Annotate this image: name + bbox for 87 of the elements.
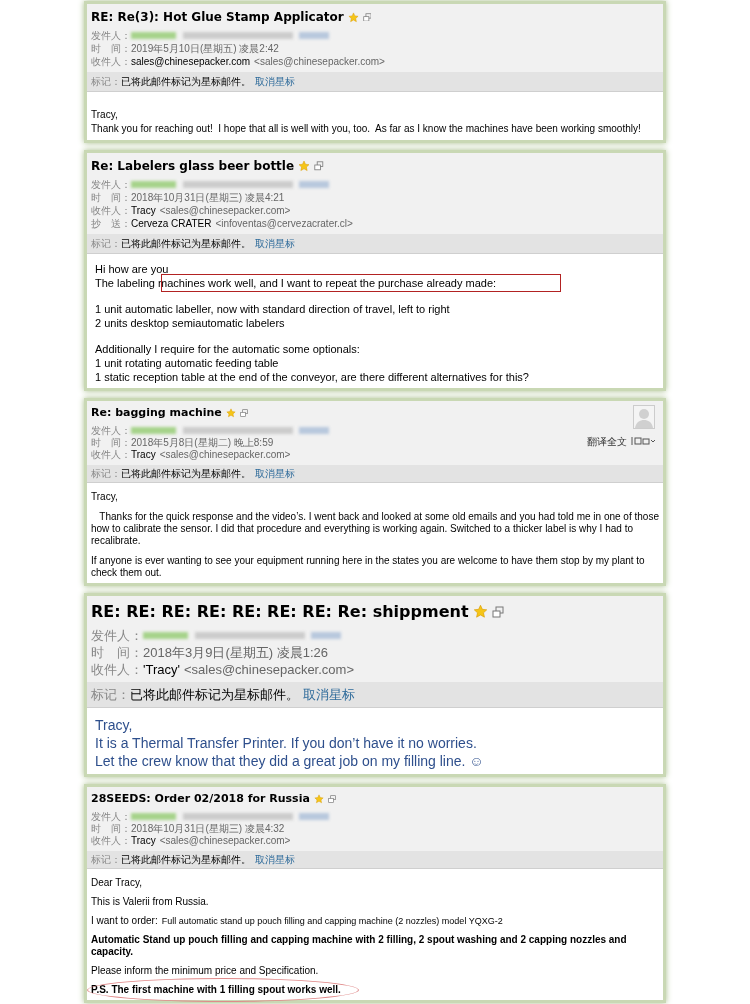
- field-value: <sales@chinesepacker.com>: [159, 204, 291, 217]
- order-detail: Full automatic stand up pouch filling and capping machine (2 nozzles) model YQXG-2: [161, 915, 503, 926]
- body-text: Thanks for the quick response and the video’s. I went back and looked at some old emails and you had told me in one of those how to calibrate the sensor. I did that procedure and everything is working again. Switched to a thicker label is why I had to recalibrate.: [91, 510, 660, 546]
- body-text: It is a Thermal Transfer Printer. If you don’t have it no worries.: [95, 735, 477, 751]
- field-label: 收件人：: [91, 204, 131, 217]
- mark-notice: 已将此邮件标记为星标邮件。: [130, 685, 299, 704]
- unstar-link[interactable]: 取消星标: [255, 236, 295, 251]
- body-text: Tracy,: [95, 717, 133, 733]
- field-value: <sales@chinesepacker.com>: [159, 834, 291, 847]
- star-icon[interactable]: [298, 160, 311, 172]
- star-icon[interactable]: [313, 794, 324, 805]
- popout-icon[interactable]: [239, 409, 248, 418]
- field-label: 收件人：: [91, 55, 131, 68]
- field-value: 2018年10月31日(星期三) 凌晨4:21: [131, 191, 285, 204]
- field-label: 发件人：: [91, 626, 143, 644]
- field-label: 时 间：: [91, 822, 131, 835]
- field-value: 2018年5月8日(星期二) 晚上8:59: [131, 436, 274, 449]
- body-text: Tracy,: [91, 109, 118, 120]
- field-value: 2019年5月10日(星期五) 凌晨2:42: [131, 42, 279, 55]
- field-label: 发件人：: [91, 810, 131, 823]
- star-icon[interactable]: [472, 604, 488, 619]
- toolbar-icons[interactable]: [631, 437, 655, 445]
- body-text: 1 static reception table at the end of the conveyor, are there different alternatives for this?: [95, 371, 529, 383]
- star-icon[interactable]: [347, 11, 359, 23]
- mark-notice: 已将此邮件标记为星标邮件。: [121, 75, 251, 89]
- email-subject: RE: RE: RE: RE: RE: RE: RE: Re: shippment: [91, 600, 469, 623]
- field-label: 时 间：: [91, 436, 131, 449]
- field-label: 发件人：: [91, 424, 131, 437]
- recipient-name: Tracy: [131, 448, 156, 461]
- mark-label: 标记：: [91, 852, 121, 867]
- field-value: 2018年3月9日(星期五) 凌晨1:26: [143, 643, 328, 661]
- popout-icon[interactable]: [314, 161, 324, 171]
- email-subject: 28SEEDS: Order 02/2018 for Russia: [91, 791, 310, 807]
- recipient-name: sales@chinesepacker.com: [131, 55, 251, 68]
- body-text: 1 unit rotating automatic feeding table: [95, 357, 279, 369]
- field-value: 2018年10月31日(星期三) 凌晨4:32: [131, 822, 285, 835]
- field-label: 时 间：: [91, 191, 131, 204]
- body-text: If anyone is ever wanting to see your equipment running here in the states you are welcome to have them stop by my plant to check them out.: [91, 554, 646, 578]
- field-label: 收件人：: [91, 834, 131, 847]
- unstar-link[interactable]: 取消星标: [255, 851, 295, 867]
- unstar-link[interactable]: 取消星标: [255, 74, 295, 89]
- body-text: Thank you for reaching out! I hope that all is well with you, too. As far as I know the machines have been working smoothly!: [91, 123, 641, 134]
- body-text: Please inform the minimum price and Specification.: [91, 964, 319, 976]
- recipient-name: 'Tracy': [143, 660, 180, 678]
- popout-icon[interactable]: [491, 605, 504, 618]
- email-subject: RE: Re(3): Hot Glue Stamp Applicator: [91, 9, 344, 26]
- translate-link[interactable]: 翻译全文: [587, 433, 627, 449]
- avatar-icon: [633, 405, 655, 429]
- body-text: Tracy,: [91, 490, 118, 502]
- body-text: Additionally I require for the automatic some optionals:: [95, 343, 360, 355]
- unstar-link[interactable]: 取消星标: [255, 465, 295, 481]
- field-value: <sales@chinesepacker.com>: [254, 55, 385, 68]
- unstar-link[interactable]: 取消星标: [303, 684, 355, 704]
- field-label: 发件人：: [91, 178, 131, 191]
- popout-icon[interactable]: [327, 795, 336, 804]
- field-label: 抄 送：: [91, 217, 131, 230]
- email-subject: Re: bagging machine: [91, 405, 222, 421]
- mark-notice: 已将此邮件标记为星标邮件。: [121, 237, 251, 251]
- field-value: <sales@chinesepacker.com>: [159, 448, 291, 461]
- field-value: <sales@chinesepacker.com>: [184, 660, 354, 678]
- recipient-name: Cerveza CRATER: [131, 217, 212, 230]
- body-text: P.S. The first machine with 1 filling spout works well.: [91, 983, 341, 995]
- recipient-name: Tracy: [131, 204, 156, 217]
- mark-label: 标记：: [91, 75, 121, 89]
- field-value: <infoventas@cervezacrater.cl>: [215, 217, 353, 230]
- body-text: 2 units desktop semiautomatic labelers: [95, 317, 285, 329]
- field-label: 收件人：: [91, 660, 143, 678]
- body-text: Let the crew know that they did a great job on my filling line. ☺: [95, 753, 484, 769]
- field-label: 发件人：: [91, 29, 131, 42]
- body-text: I want to order:: [91, 914, 158, 926]
- mark-label: 标记：: [91, 685, 130, 704]
- body-text: Hi how are you: [95, 263, 169, 275]
- recipient-name: Tracy: [131, 834, 156, 847]
- field-label: 收件人：: [91, 448, 131, 461]
- body-text: 1 unit automatic labeller, now with standard direction of travel, left to right: [95, 303, 450, 315]
- mark-label: 标记：: [91, 466, 121, 481]
- mark-label: 标记：: [91, 237, 121, 251]
- body-text: Automatic Stand up pouch filling and capping machine with 2 filling, 2 spout washing and 2 capping nozzles and capacity.: [91, 933, 628, 957]
- mark-notice: 已将此邮件标记为星标邮件。: [121, 466, 251, 481]
- body-text: This is Valerii from Russia.: [91, 895, 209, 907]
- field-label: 时 间：: [91, 42, 131, 55]
- email-subject: Re: Labelers glass beer bottle: [91, 158, 295, 175]
- mark-notice: 已将此邮件标记为星标邮件。: [121, 852, 251, 867]
- popout-icon[interactable]: [362, 12, 372, 22]
- field-label: 时 间：: [91, 643, 143, 661]
- star-icon[interactable]: [225, 408, 236, 419]
- body-text: Dear Tracy,: [91, 876, 142, 888]
